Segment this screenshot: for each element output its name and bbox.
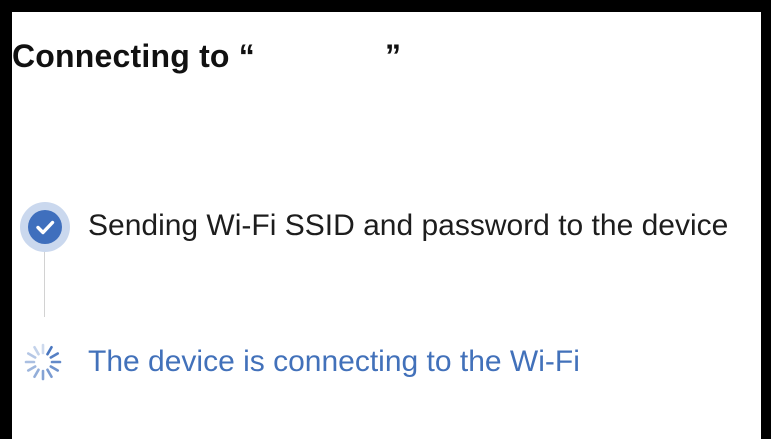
spinner-spoke [33, 345, 40, 356]
connection-screen: Connecting to “ ” Sending Wi-Fi SSID and … [12, 12, 761, 439]
spinner-spoke [33, 368, 40, 379]
spinner-spoke [46, 368, 53, 379]
title-prefix: Connecting to “ [12, 38, 255, 74]
step-device-connecting: The device is connecting to the Wi-Fi [88, 345, 580, 378]
spinner-spoke [26, 352, 37, 359]
checkmark-circle-icon [28, 210, 62, 244]
title-suffix: ” [384, 38, 402, 74]
spinner-spoke [49, 352, 60, 359]
spinner-spoke [49, 365, 60, 372]
spinner-spoke [26, 365, 37, 372]
page-title: Connecting to “ ” [12, 38, 401, 75]
spinner-icon [23, 342, 63, 382]
step-connector-line [44, 241, 45, 317]
step-sending-credentials: Sending Wi-Fi SSID and password to the d… [88, 209, 729, 242]
spinner-spoke [46, 345, 53, 356]
